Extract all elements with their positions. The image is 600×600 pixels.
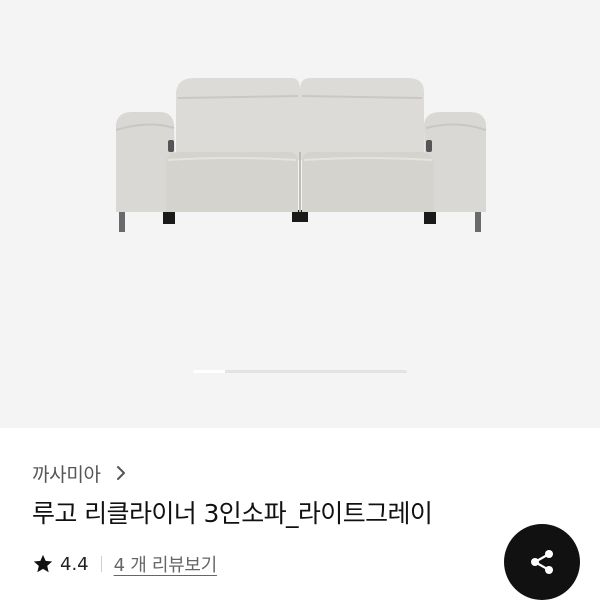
product-title: 루고 리클라이너 3인소파_라이트그레이	[32, 499, 433, 528]
share-button[interactable]	[504, 524, 580, 600]
gallery-pager-progress	[193, 370, 226, 373]
product-detail-screen: 까사미아 루고 리클라이너 3인소파_라이트그레이 4.4 4 개 리뷰보기	[0, 0, 600, 600]
sofa-product-image	[115, 78, 487, 232]
product-image-gallery[interactable]	[0, 0, 600, 428]
chevron-right-icon	[115, 464, 127, 482]
brand-name: 까사미아	[32, 463, 101, 486]
brand-link[interactable]: 까사미아	[32, 458, 127, 488]
rating-divider	[100, 556, 102, 572]
review-link[interactable]: 4 개 리뷰보기	[114, 551, 218, 577]
rating-row: 4.4 4 개 리뷰보기	[32, 550, 217, 578]
rating-value: 4.4	[60, 553, 89, 575]
share-icon	[527, 547, 557, 577]
gallery-pager	[193, 370, 407, 373]
star-icon	[32, 553, 54, 575]
